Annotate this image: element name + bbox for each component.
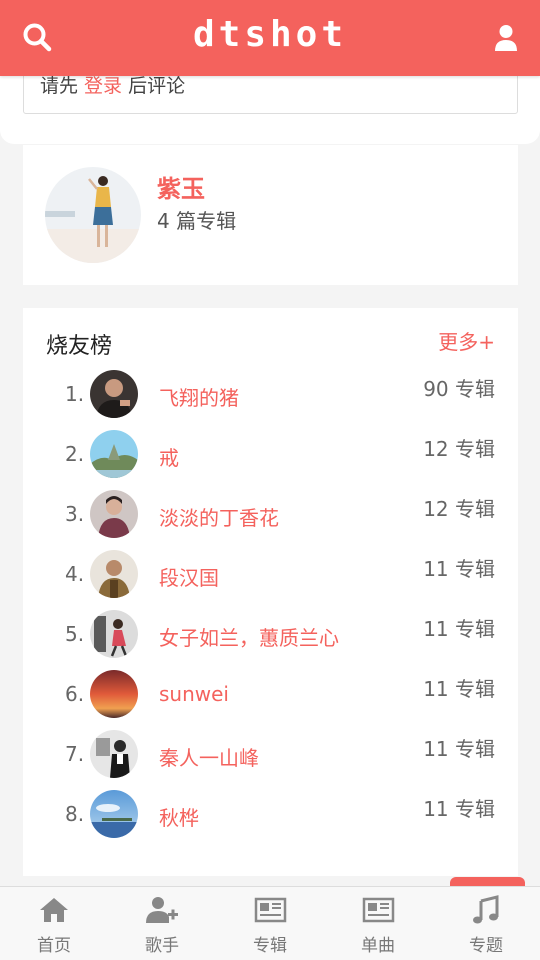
user-name[interactable]: 秦人一山峰 (159, 742, 259, 771)
user-avatar[interactable] (90, 550, 138, 598)
rank-number: 6. (65, 682, 85, 706)
user-name[interactable]: 女子如兰，蕙质兰心 (159, 622, 339, 651)
rank-number: 7. (65, 742, 85, 766)
newspaper-icon (254, 897, 287, 923)
nav-label: 专辑 (253, 936, 287, 956)
rank-number: 2. (65, 442, 85, 466)
user-avatar[interactable] (90, 730, 138, 778)
app-logo[interactable]: dtshot (0, 14, 540, 55)
user-avatar[interactable] (90, 670, 138, 718)
comment-prompt-after: 后评论 (122, 75, 186, 97)
add-user-icon (146, 897, 178, 923)
ranking-card: 烧友榜 更多+ 1. 飞翔的猪 90 专辑 2. 戒 12 专辑 3. 淡淡的丁… (23, 308, 518, 876)
login-link[interactable]: 登录 (84, 75, 122, 97)
rank-number: 3. (65, 502, 85, 526)
rank-number: 4. (65, 562, 85, 586)
rank-number: 8. (65, 802, 85, 826)
ranking-row[interactable]: 6. sunwei 11 专辑 (23, 670, 518, 730)
user-avatar[interactable] (90, 430, 138, 478)
nav-topics[interactable]: 专题 (432, 887, 540, 960)
ranking-row[interactable]: 8. 秋桦 11 专辑 (23, 790, 518, 850)
ranking-row[interactable]: 1. 飞翔的猪 90 专辑 (23, 370, 518, 430)
home-icon (40, 898, 68, 922)
ranking-row[interactable]: 5. 女子如兰，蕙质兰心 11 专辑 (23, 610, 518, 670)
rank-number: 5. (65, 622, 85, 646)
user-name[interactable]: sunwei (159, 682, 229, 706)
nav-singles[interactable]: 单曲 (324, 887, 432, 960)
nav-albums[interactable]: 专辑 (216, 887, 324, 960)
newspaper-icon (362, 897, 395, 923)
user-album-count: 11 专辑 (423, 737, 495, 761)
nav-singers[interactable]: 歌手 (108, 887, 216, 960)
user-avatar[interactable] (90, 790, 138, 838)
rank-number: 1. (65, 382, 85, 406)
user-album-count: 11 专辑 (423, 677, 495, 701)
bottom-nav: 首页 歌手 专辑 单曲 专题 (0, 886, 540, 960)
user-name[interactable]: 飞翔的猪 (159, 382, 239, 411)
more-link[interactable]: 更多+ (438, 326, 495, 355)
user-album-count: 11 专辑 (423, 797, 495, 821)
ranking-title: 烧友榜 (46, 334, 113, 359)
user-avatar[interactable] (90, 370, 138, 418)
user-avatar[interactable] (90, 490, 138, 538)
user-icon[interactable] (494, 24, 518, 52)
user-name[interactable]: 戒 (159, 442, 179, 471)
user-album-count: 11 专辑 (423, 617, 495, 641)
user-album-count: 11 专辑 (423, 557, 495, 581)
music-note-icon (473, 895, 499, 924)
nav-label: 单曲 (361, 936, 395, 956)
user-avatar[interactable] (90, 610, 138, 658)
user-album-count: 12 专辑 (423, 437, 495, 461)
nav-label: 首页 (37, 936, 71, 956)
ranking-row[interactable]: 4. 段汉国 11 专辑 (23, 550, 518, 610)
nav-label: 歌手 (145, 936, 179, 956)
ranking-row[interactable]: 2. 戒 12 专辑 (23, 430, 518, 490)
nav-home[interactable]: 首页 (0, 887, 108, 960)
user-name[interactable]: 秋桦 (159, 802, 199, 831)
ranking-row[interactable]: 7. 秦人一山峰 11 专辑 (23, 730, 518, 790)
user-album-count: 90 专辑 (423, 377, 495, 401)
user-name[interactable]: 淡淡的丁香花 (159, 502, 279, 531)
artist-album-count: 4 篇专辑 (157, 209, 237, 233)
comment-prompt-before: 请先 (40, 75, 85, 97)
ranking-row[interactable]: 3. 淡淡的丁香花 12 专辑 (23, 490, 518, 550)
nav-label: 专题 (469, 936, 503, 956)
artist-name[interactable]: 紫玉 (157, 169, 205, 204)
user-album-count: 12 专辑 (423, 497, 495, 521)
user-name[interactable]: 段汉国 (159, 562, 219, 591)
artist-card[interactable]: 紫玉 4 篇专辑 (23, 145, 518, 285)
artist-avatar[interactable] (45, 167, 141, 263)
top-header: dtshot (0, 0, 540, 76)
